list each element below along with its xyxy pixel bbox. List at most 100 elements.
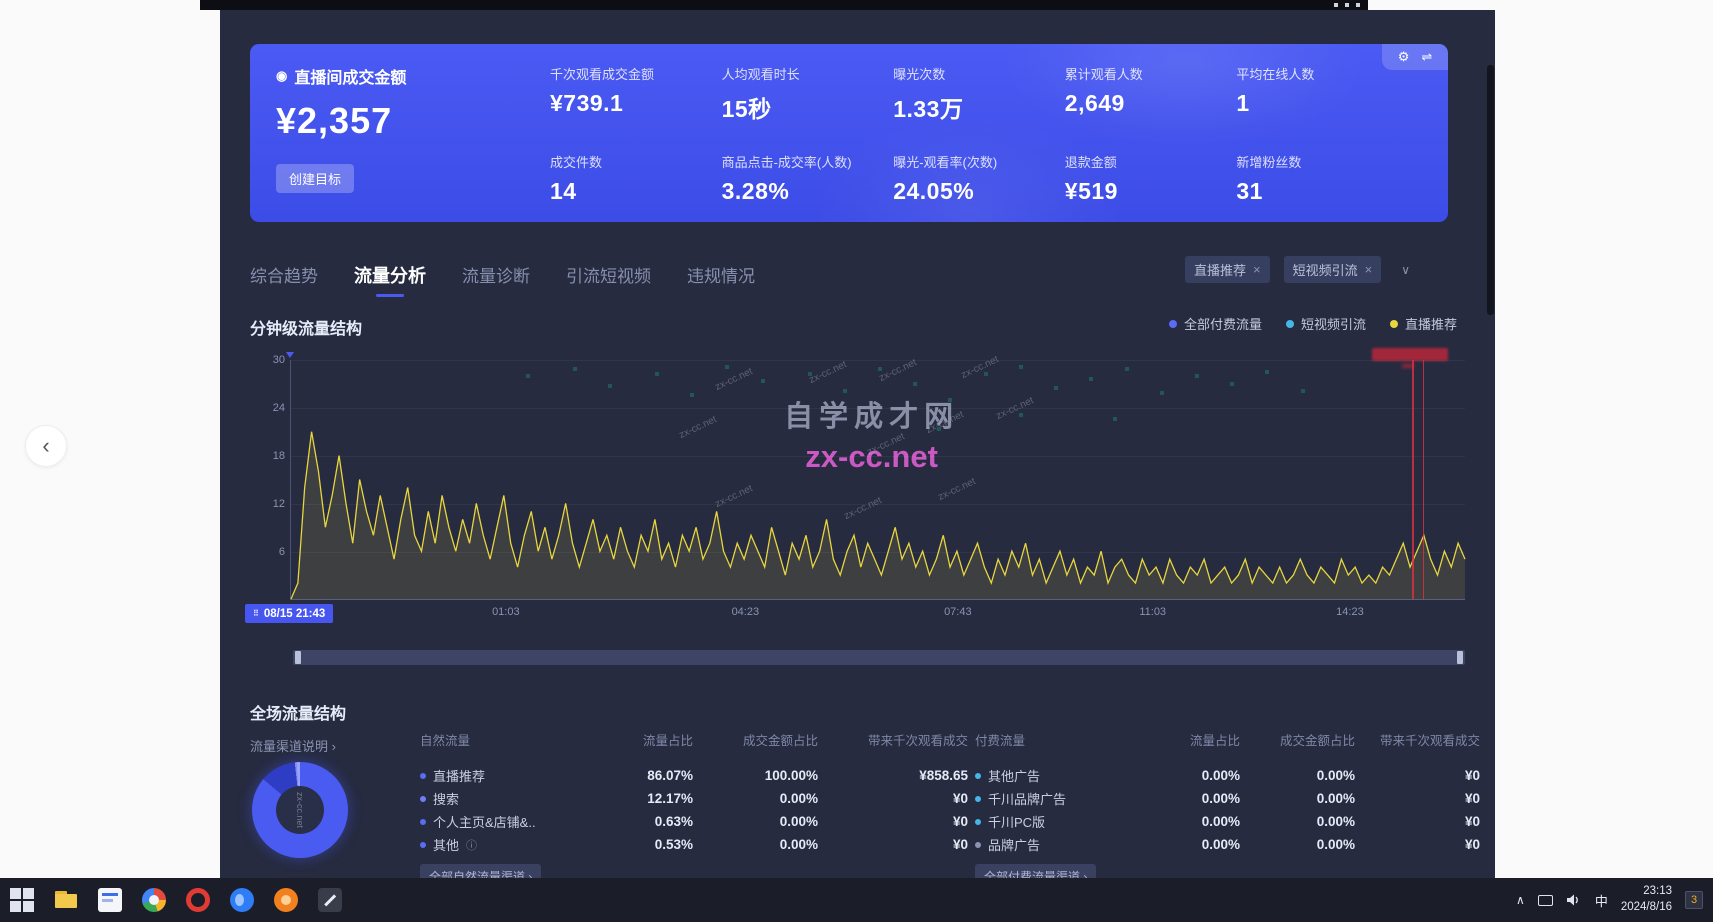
chip-close-icon[interactable]: × — [1253, 262, 1261, 277]
tab-4[interactable]: 引流短视频 — [566, 262, 651, 297]
taskbar-clock[interactable]: 23:13 2024/8/16 — [1621, 884, 1672, 915]
notification-badge[interactable]: 3 — [1685, 891, 1703, 909]
window-controls[interactable] — [1334, 3, 1360, 7]
table-row: 直播推荐86.07%100.00%¥858.65 — [420, 764, 968, 787]
tab-2[interactable]: 流量分析 — [354, 262, 426, 297]
document-app-icon[interactable] — [88, 878, 132, 922]
dashboard-window: ⚙ ⇌ ◉ 直播间成交金额 ¥2,357 创建目标 千次观看成交金额¥739.1… — [220, 10, 1495, 878]
kpi-metric-value: 14 — [550, 178, 722, 205]
short-video-speck — [1019, 365, 1023, 369]
target-icon: ◉ — [276, 68, 287, 84]
browser-red-icon-glyph — [186, 888, 210, 912]
gridline — [291, 360, 1465, 361]
x-axis-tick: 11:03 — [1139, 606, 1166, 618]
row-label-text: 搜索 — [433, 789, 459, 808]
gridline — [291, 552, 1465, 553]
browser-blue-icon[interactable] — [220, 878, 264, 922]
chips-dropdown-icon[interactable]: ∨ — [1395, 259, 1416, 281]
row-value: 0.00% — [1140, 814, 1240, 829]
filter-chip-label: 短视频引流 — [1293, 260, 1358, 279]
natural-traffic-table: 自然流量流量占比成交金额占比带来千次观看成交直播推荐86.07%100.00%¥… — [420, 728, 968, 878]
row-value: 12.17% — [598, 791, 693, 806]
editor-app-icon-glyph — [318, 888, 342, 912]
kpi-metric: 曝光次数1.33万 — [893, 64, 1065, 124]
table-footer-link[interactable]: 全部付费流量渠道 › — [975, 864, 1096, 878]
filter-chip-label: 直播推荐 — [1194, 260, 1246, 279]
timeline-start-badge[interactable]: ⠿ 08/15 21:43 — [245, 604, 333, 623]
browser-colorful-icon[interactable] — [132, 878, 176, 922]
table-row: 品牌广告0.00%0.00%¥0 — [975, 833, 1480, 856]
brush-handle-right[interactable] — [1457, 651, 1463, 664]
short-video-speck — [526, 374, 530, 378]
browser-orange-icon[interactable] — [264, 878, 308, 922]
taskbar-date: 2024/8/16 — [1621, 900, 1672, 916]
volume-icon[interactable] — [1566, 893, 1582, 907]
tab-3[interactable]: 流量诊断 — [462, 262, 530, 297]
kpi-metric: 千次观看成交金额¥739.1 — [550, 64, 722, 124]
row-label-text: 直播推荐 — [433, 766, 485, 785]
tab-1[interactable]: 综合趋势 — [250, 262, 318, 297]
file-explorer-icon[interactable] — [44, 878, 88, 922]
row-label: 其他 ⓘ — [420, 835, 598, 854]
short-video-speck — [1265, 370, 1269, 374]
tab-5[interactable]: 违规情况 — [687, 262, 755, 297]
brush-handle-left[interactable] — [295, 651, 301, 664]
channel-explain-link[interactable]: 流量渠道说明 › — [250, 736, 336, 755]
browser-red-icon[interactable] — [176, 878, 220, 922]
row-value: 0.00% — [1140, 768, 1240, 783]
row-value: 0.00% — [1240, 837, 1355, 852]
table-row: 个人主页&店铺&..0.63%0.00%¥0 — [420, 810, 968, 833]
taskbar-apps — [0, 878, 352, 922]
row-value: ¥0 — [818, 814, 968, 829]
chart-brush[interactable] — [293, 650, 1465, 665]
table-header: 自然流量流量占比成交金额占比带来千次观看成交 — [420, 728, 968, 750]
column-header: 成交金额占比 — [693, 730, 818, 749]
donut-ring: zx-cc.net — [252, 762, 348, 858]
short-video-speck — [843, 389, 847, 393]
legend-item[interactable]: 短视频引流 — [1286, 314, 1366, 333]
gridline — [291, 408, 1465, 409]
row-value: 0.00% — [1240, 791, 1355, 806]
editor-app-icon[interactable] — [308, 878, 352, 922]
table-row: 千川PC版0.00%0.00%¥0 — [975, 810, 1480, 833]
start-button[interactable] — [0, 878, 44, 922]
row-dot — [975, 842, 981, 848]
short-video-speck — [1089, 377, 1093, 381]
kpi-metric-label: 曝光次数 — [893, 64, 1065, 83]
chip-close-icon[interactable]: × — [1365, 262, 1373, 277]
row-label-text: 其他 — [433, 835, 459, 854]
row-value: 0.00% — [693, 791, 818, 806]
short-video-speck — [1301, 389, 1305, 393]
create-goal-button[interactable]: 创建目标 — [276, 164, 354, 193]
donut-hole: zx-cc.net — [276, 786, 324, 834]
short-video-speck — [878, 367, 882, 371]
kpi-metric-value: 1 — [1236, 90, 1408, 117]
ime-indicator[interactable]: 中 — [1595, 891, 1608, 910]
back-button[interactable]: ‹ — [25, 425, 67, 467]
traffic-donut-chart: zx-cc.net — [252, 762, 348, 858]
row-value: ¥0 — [818, 791, 968, 806]
legend-item[interactable]: 全部付费流量 — [1169, 314, 1262, 333]
filter-chips: 直播推荐 × 短视频引流 × ∨ — [1185, 256, 1416, 283]
drag-handle-icon[interactable]: ⠿ — [253, 609, 259, 618]
table-footer-link[interactable]: 全部自然流量渠道 › — [420, 864, 541, 878]
filter-chip[interactable]: 直播推荐 × — [1185, 256, 1270, 283]
hidden-icons-chevron[interactable]: ∧ — [1516, 893, 1525, 907]
gear-icon[interactable]: ⚙ — [1398, 49, 1410, 65]
row-value: ¥0 — [1355, 814, 1480, 829]
kpi-main-title: 直播间成交金额 — [294, 64, 406, 88]
display-icon[interactable] — [1538, 895, 1553, 906]
row-label: 千川品牌广告 — [975, 789, 1140, 808]
info-icon[interactable]: ⓘ — [466, 837, 477, 853]
row-dot — [420, 842, 426, 848]
swap-icon[interactable]: ⇌ — [1421, 49, 1432, 65]
red-marker-line — [1423, 360, 1424, 599]
window-scrollbar[interactable] — [1487, 65, 1494, 315]
filter-chip[interactable]: 短视频引流 × — [1284, 256, 1382, 283]
row-value: 0.00% — [1240, 814, 1355, 829]
row-value: 0.00% — [1240, 768, 1355, 783]
legend-item[interactable]: 直播推荐 — [1390, 314, 1457, 333]
legend-label: 短视频引流 — [1301, 314, 1366, 333]
kpi-metric: 曝光-观看率(次数)24.05% — [893, 152, 1065, 205]
legend-dot — [1286, 320, 1294, 328]
